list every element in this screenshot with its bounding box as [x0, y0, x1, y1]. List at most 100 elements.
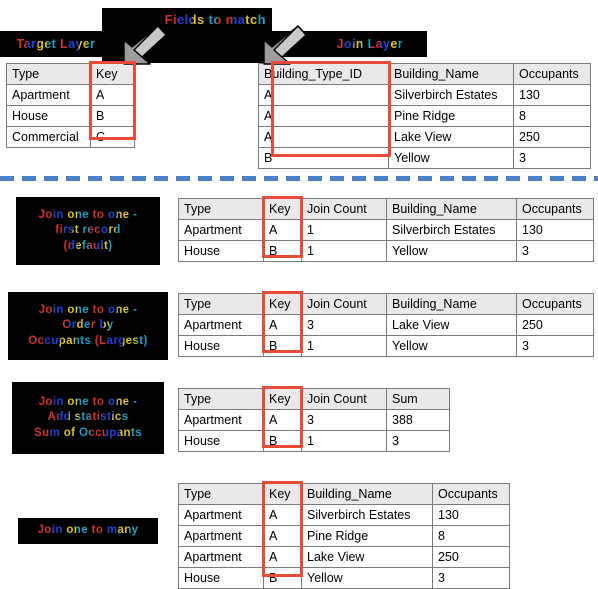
cell: B	[263, 567, 302, 589]
cell: House	[178, 240, 264, 262]
cell: 250	[516, 314, 594, 336]
cell: Silverbirch Estates	[301, 504, 433, 526]
cell: Apartment	[178, 546, 264, 568]
target-layer-plate: Target Layer	[0, 31, 112, 57]
case-label-line: first record	[55, 223, 121, 239]
cell: A	[263, 504, 302, 526]
cell: Silverbirch Estates	[388, 84, 514, 106]
column-header: Building_Name	[301, 483, 433, 505]
result-table-first-record: Type Key Join Count Building_Name Occupa…	[178, 198, 594, 262]
column-header: Occupants	[432, 483, 510, 505]
cell: Yellow	[301, 567, 433, 589]
table-row: Apartment A Silverbirch Estates 130	[178, 504, 510, 526]
arrow-to-target-key	[123, 25, 167, 65]
cell: 1	[301, 240, 387, 262]
cell: Lake View	[388, 126, 514, 148]
cell: B	[258, 147, 389, 169]
cell: Apartment	[178, 219, 264, 241]
case-label-line: Order by	[62, 318, 113, 334]
fields-to-match-label: Fields to match	[164, 12, 266, 27]
table-row: House B Yellow 3	[178, 567, 510, 589]
case-label-join-one-to-many: Join one to many	[18, 518, 158, 544]
cell: 1	[301, 219, 387, 241]
cell: Pine Ridge	[388, 105, 514, 127]
cell: A	[263, 546, 302, 568]
cell: 130	[513, 84, 591, 106]
case-label-line: Add statistics	[47, 410, 128, 426]
cell: 3	[516, 335, 594, 357]
case-label-line: Occupants (Largest)	[28, 334, 147, 350]
case-label-join-one-to-one-add-statistics: Join one to one - Add statistics Sum of …	[12, 382, 164, 454]
cell: 1	[301, 335, 387, 357]
cell: Apartment	[178, 314, 264, 336]
column-header: Building_Type_ID	[258, 63, 389, 85]
column-header: Key	[90, 63, 135, 85]
cell: 8	[513, 105, 591, 127]
cell: Silverbirch Estates	[386, 219, 517, 241]
table-row: Apartment A 3 388	[178, 409, 450, 431]
cell: 3	[513, 147, 591, 169]
column-header: Sum	[386, 388, 450, 410]
column-header: Building_Name	[388, 63, 514, 85]
cell: 130	[516, 219, 594, 241]
cell: Apartment	[178, 409, 264, 431]
table-row: Apartment A 3 Lake View 250	[178, 314, 594, 336]
cell: Pine Ridge	[301, 525, 433, 547]
table-header-row: Type Key Join Count Sum	[178, 388, 450, 410]
cell: C	[90, 126, 135, 148]
table-row: House B	[6, 105, 135, 127]
case-label-line: Join one to one -	[39, 303, 138, 319]
table-row: A Lake View 250	[258, 126, 591, 148]
cell: A	[263, 219, 302, 241]
table-row: House B 1 3	[178, 430, 450, 452]
table-row: House B 1 Yellow 3	[178, 335, 594, 357]
table-row: Apartment A	[6, 84, 135, 106]
cell: House	[178, 430, 264, 452]
cell: 250	[513, 126, 591, 148]
result-table-one-to-many: Type Key Building_Name Occupants Apartme…	[178, 483, 510, 589]
column-header: Type	[6, 63, 91, 85]
cell: 250	[432, 546, 510, 568]
column-header: Occupants	[513, 63, 591, 85]
cell: Yellow	[386, 335, 517, 357]
cell: Commercial	[6, 126, 91, 148]
cell: Lake View	[301, 546, 433, 568]
column-header: Join Count	[301, 293, 387, 315]
cell: A	[258, 84, 389, 106]
column-header: Key	[263, 483, 302, 505]
column-header: Building_Name	[386, 293, 517, 315]
table-row: A Pine Ridge 8	[258, 105, 591, 127]
cell: Apartment	[6, 84, 91, 106]
column-header: Join Count	[301, 198, 387, 220]
column-header: Type	[178, 483, 264, 505]
cell: A	[90, 84, 135, 106]
cell: A	[263, 314, 302, 336]
table-header-row: Type Key Building_Name Occupants	[178, 483, 510, 505]
table-header-row: Type Key Join Count Building_Name Occupa…	[178, 293, 594, 315]
cell: House	[6, 105, 91, 127]
table-row: A Silverbirch Estates 130	[258, 84, 591, 106]
table-row: House B 1 Yellow 3	[178, 240, 594, 262]
column-header: Occupants	[516, 198, 594, 220]
cell: Lake View	[386, 314, 517, 336]
column-header: Building_Name	[386, 198, 517, 220]
cell: 130	[432, 504, 510, 526]
cell: 8	[432, 525, 510, 547]
result-table-add-statistics: Type Key Join Count Sum Apartment A 3 38…	[178, 388, 450, 452]
table-row: Apartment A Pine Ridge 8	[178, 525, 510, 547]
column-header: Type	[178, 198, 264, 220]
cell: 3	[432, 567, 510, 589]
cell: B	[263, 240, 302, 262]
cell: B	[90, 105, 135, 127]
section-divider	[0, 176, 598, 181]
column-header: Type	[178, 293, 264, 315]
case-label-line: Join one to one -	[39, 395, 138, 411]
table-header-row: Type Key Join Count Building_Name Occupa…	[178, 198, 594, 220]
cell: 388	[386, 409, 450, 431]
table-header-row: Building_Type_ID Building_Name Occupants	[258, 63, 591, 85]
cell: 3	[301, 409, 387, 431]
join-layer-label: Join Layer	[336, 36, 403, 51]
case-label-line: Sum of Occupants	[34, 426, 142, 442]
cell: A	[258, 126, 389, 148]
arrow-to-join-key	[263, 25, 307, 65]
